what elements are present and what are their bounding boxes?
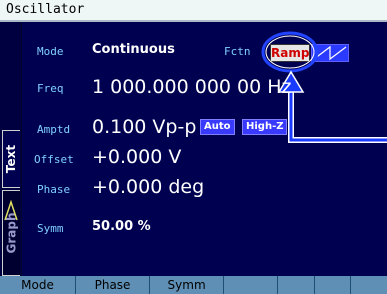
symm-label: Symm <box>37 222 64 235</box>
softkey-4[interactable] <box>224 276 279 294</box>
softkey-6[interactable] <box>315 276 352 294</box>
high-z-badge: High-Z <box>242 119 288 135</box>
highlight-ring <box>261 31 319 73</box>
phase-label: Phase <box>37 183 71 196</box>
pointer-arrow-icon <box>277 70 387 143</box>
amptd-label: Amptd <box>37 123 71 136</box>
amptd-value[interactable]: 0.100 Vp-p <box>92 116 196 138</box>
freq-label: Freq <box>37 82 64 95</box>
softkey-5[interactable] <box>278 276 315 294</box>
phase-value[interactable]: +0.000 deg <box>92 176 204 198</box>
auto-badge: Auto <box>200 119 235 135</box>
softkey-bar: Mode Phase Symm <box>0 276 387 294</box>
softkey-mode[interactable]: Mode <box>0 276 77 294</box>
softkey-symm[interactable]: Symm <box>150 276 225 294</box>
offset-value[interactable]: +0.000 V <box>92 146 181 168</box>
annotation-overlay <box>261 31 387 143</box>
offset-label: Offset <box>34 153 74 166</box>
symm-value[interactable]: 50.00 % <box>92 219 151 234</box>
freq-value[interactable]: 1 000.000 000 00 Hz <box>92 76 292 98</box>
softkey-phase[interactable]: Phase <box>76 276 151 294</box>
softkey-7[interactable] <box>351 276 387 294</box>
